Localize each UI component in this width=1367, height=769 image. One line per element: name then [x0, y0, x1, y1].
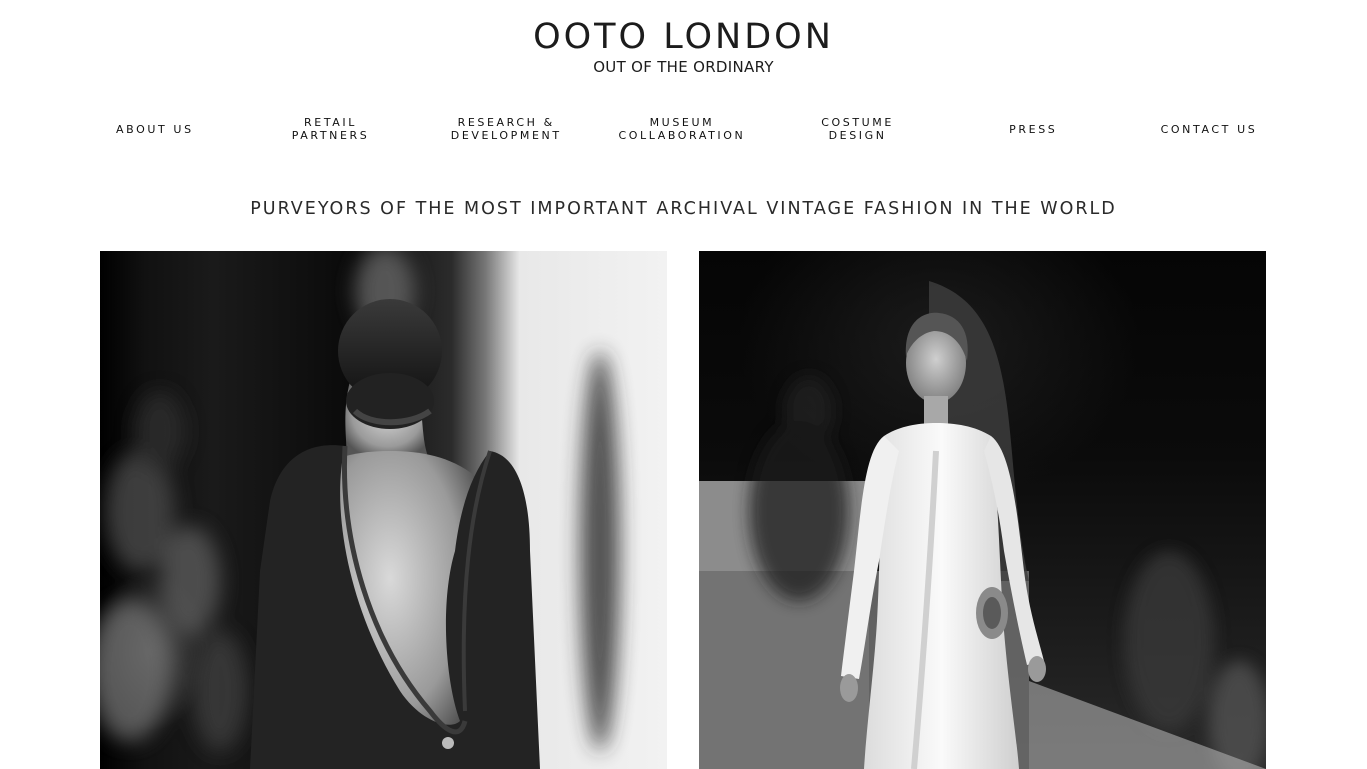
main-nav: ABOUT US RETAIL PARTNERS RESEARCH & DEVE…	[67, 114, 1297, 144]
nav-item-retail-partners[interactable]: RETAIL PARTNERS	[243, 114, 419, 144]
nav-item-contact-us[interactable]: CONTACT US	[1121, 114, 1297, 144]
brand-title[interactable]: OOTO LONDON	[0, 14, 1367, 60]
runway-photo-back-view[interactable]	[100, 251, 667, 769]
nav-item-costume-design[interactable]: COSTUME DESIGN	[770, 114, 946, 144]
brand-tagline: OUT OF THE ORDINARY	[593, 58, 774, 76]
nav-item-about-us[interactable]: ABOUT US	[67, 114, 243, 144]
runway-photo-back-view-art	[100, 251, 620, 769]
nav-item-press[interactable]: PRESS	[945, 114, 1121, 144]
runway-photo-white-gown-art	[699, 281, 1266, 769]
page: OOTO LONDON OUT OF THE ORDINARY ABOUT US…	[0, 0, 1367, 769]
runway-photo-white-gown[interactable]	[699, 251, 1266, 769]
nav-item-research-development[interactable]: RESEARCH & DEVELOPMENT	[418, 114, 594, 144]
page-headline: PURVEYORS OF THE MOST IMPORTANT ARCHIVAL…	[250, 199, 1117, 219]
nav-item-museum-collaboration[interactable]: MUSEUM COLLABORATION	[594, 114, 770, 144]
